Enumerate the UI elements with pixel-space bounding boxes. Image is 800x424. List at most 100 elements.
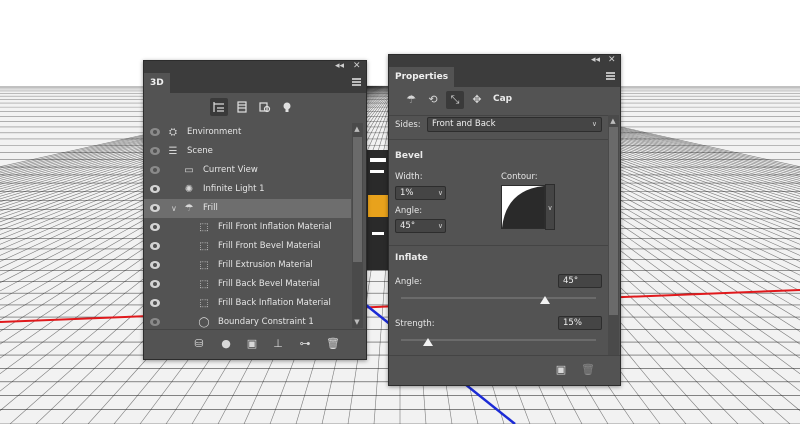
material-icon: ⬚	[199, 260, 209, 271]
visibility-eye-icon[interactable]	[150, 223, 160, 231]
visibility-eye-icon[interactable]	[150, 128, 160, 136]
visibility-eye-icon[interactable]	[150, 318, 160, 326]
layer-label: Frill Front Bevel Material	[218, 241, 321, 251]
inflate-strength-slider-thumb[interactable]	[423, 338, 434, 346]
scrollbar-thumb[interactable]	[353, 137, 362, 262]
layer-label: Frill Back Inflation Material	[218, 298, 331, 308]
visibility-eye-icon[interactable]	[150, 166, 160, 174]
layer-row-material[interactable]: ⬚ Frill Extrusion Material	[144, 256, 351, 275]
bevel-width-value: 1%	[400, 188, 414, 198]
panel-properties-footer: ▣ 🗑	[389, 355, 620, 385]
material-icon: ⬚	[199, 298, 209, 309]
chevron-down-icon: ∨	[547, 204, 553, 212]
contour-preview[interactable]	[501, 185, 545, 229]
add-light-icon[interactable]: ●	[218, 336, 234, 352]
visibility-eye-icon[interactable]	[150, 147, 160, 155]
filter-mesh-icon[interactable]	[233, 98, 251, 116]
inflate-strength-value: 15%	[563, 318, 582, 328]
visibility-eye-icon[interactable]	[150, 261, 160, 269]
visibility-eye-icon[interactable]	[150, 185, 160, 193]
scroll-up-icon[interactable]: ▲	[352, 125, 362, 133]
coordinates-mode-icon[interactable]: ✥	[468, 91, 486, 109]
layer-row-scene[interactable]: ☰ Scene	[144, 142, 351, 161]
inflate-strength-input[interactable]: 15%	[558, 316, 602, 330]
bevel-angle-input[interactable]: 45° ∨	[395, 219, 446, 233]
close-icon[interactable]: ✕	[353, 60, 361, 72]
tab-3d[interactable]: 3D	[144, 73, 170, 93]
layer-row-frill[interactable]: ∨ ☂ Frill	[144, 199, 351, 218]
inflate-angle-slider-thumb[interactable]	[540, 296, 551, 304]
visibility-eye-icon[interactable]	[150, 204, 160, 212]
bevel-width-input[interactable]: 1% ∨	[395, 186, 446, 200]
scrollbar-thumb[interactable]	[609, 127, 618, 315]
expand-chevron-icon[interactable]: ∨	[171, 199, 177, 218]
filter-scene-icon[interactable]	[210, 98, 228, 116]
render-icon[interactable]: ▣	[244, 336, 260, 352]
layer-label: Frill Back Bevel Material	[218, 279, 320, 289]
layer-label: Scene	[187, 146, 213, 156]
layer-row-material[interactable]: ⬚ Frill Front Bevel Material	[144, 237, 351, 256]
trash-icon[interactable]: 🗑	[580, 362, 596, 378]
scroll-up-icon[interactable]: ▲	[608, 117, 618, 125]
layer-label: Frill Extrusion Material	[218, 260, 313, 270]
layer-label: Infinite Light 1	[203, 184, 265, 194]
environment-icon: ⛭	[169, 127, 177, 138]
chevron-down-icon: ∨	[437, 189, 443, 197]
layer-label: Environment	[187, 127, 242, 137]
bevel-angle-label: Angle:	[395, 206, 423, 216]
chevron-down-icon: ∨	[437, 222, 443, 230]
deform-mode-icon[interactable]: ⟲	[424, 91, 442, 109]
inflate-angle-value: 45°	[563, 276, 579, 286]
bevel-width-label: Width:	[395, 172, 423, 182]
layer-row-material[interactable]: ⬚ Frill Back Inflation Material	[144, 294, 351, 313]
panel-3d-footer: ⛁ ● ▣ ⊥ ⊶ 🗑	[144, 329, 366, 359]
panel-menu-icon[interactable]	[606, 72, 615, 80]
material-icon: ⬚	[199, 279, 209, 290]
frill-mesh-object	[366, 150, 388, 270]
collapse-icon[interactable]: ◂◂	[591, 54, 600, 66]
visibility-eye-icon[interactable]	[150, 242, 160, 250]
sides-select-value: Front and Back	[432, 119, 496, 129]
sides-select[interactable]: Front and Back ∨	[427, 117, 602, 132]
inflate-section-title: Inflate	[395, 253, 428, 263]
mesh-mode-icon[interactable]: ☂	[402, 91, 420, 109]
layer-row-material[interactable]: ⬚ Frill Front Inflation Material	[144, 218, 351, 237]
layer-row-infinite-light[interactable]: ✺ Infinite Light 1	[144, 180, 351, 199]
cap-mode-icon[interactable]: ⤡	[446, 91, 464, 109]
add-mesh-icon[interactable]: ⛁	[191, 336, 207, 352]
layer-row-material[interactable]: ⬚ Frill Back Bevel Material	[144, 275, 351, 294]
scroll-down-icon[interactable]: ▼	[352, 318, 362, 326]
collapse-icon[interactable]: ◂◂	[335, 60, 344, 72]
layer-label: Frill Front Inflation Material	[218, 222, 332, 232]
material-icon: ⬚	[199, 222, 209, 233]
panel-menu-icon[interactable]	[352, 78, 361, 86]
inflate-angle-slider[interactable]	[401, 297, 596, 299]
inflate-angle-label: Angle:	[395, 277, 423, 287]
layer-row-current-view[interactable]: ▭ Current View	[144, 161, 351, 180]
panel-3d-header[interactable]: ◂◂ ✕	[144, 61, 366, 73]
scene-icon: ☰	[168, 146, 178, 157]
chevron-down-icon: ∨	[591, 120, 597, 128]
visibility-eye-icon[interactable]	[150, 280, 160, 288]
render-icon[interactable]: ▣	[553, 362, 569, 378]
layer-row-environment[interactable]: ⛭ Environment	[144, 123, 351, 142]
split-icon[interactable]: ⊶	[297, 336, 313, 352]
visibility-eye-icon[interactable]	[150, 299, 160, 307]
filter-material-icon[interactable]	[255, 98, 273, 116]
active-mode-label: Cap	[493, 94, 513, 104]
ground-icon[interactable]: ⊥	[270, 336, 286, 352]
contour-dropdown[interactable]: ∨	[545, 184, 555, 230]
layer-label: Frill	[203, 203, 218, 213]
panel-properties-header[interactable]: ◂◂ ✕	[389, 55, 620, 67]
inflate-angle-input[interactable]: 45°	[558, 274, 602, 288]
close-icon[interactable]: ✕	[608, 54, 616, 66]
contour-label: Contour:	[501, 172, 538, 182]
layer-label: Current View	[203, 165, 258, 175]
infinite-light-icon: ✺	[184, 184, 194, 195]
properties-panel: ◂◂ ✕ Properties ☂ ⟲ ⤡ ✥ Cap Sides: Front…	[388, 54, 621, 386]
trash-icon[interactable]: 🗑	[325, 336, 341, 352]
filter-light-icon[interactable]	[278, 98, 296, 116]
bevel-section-title: Bevel	[395, 151, 424, 161]
mesh-icon: ☂	[184, 203, 194, 214]
tab-properties[interactable]: Properties	[389, 67, 455, 87]
